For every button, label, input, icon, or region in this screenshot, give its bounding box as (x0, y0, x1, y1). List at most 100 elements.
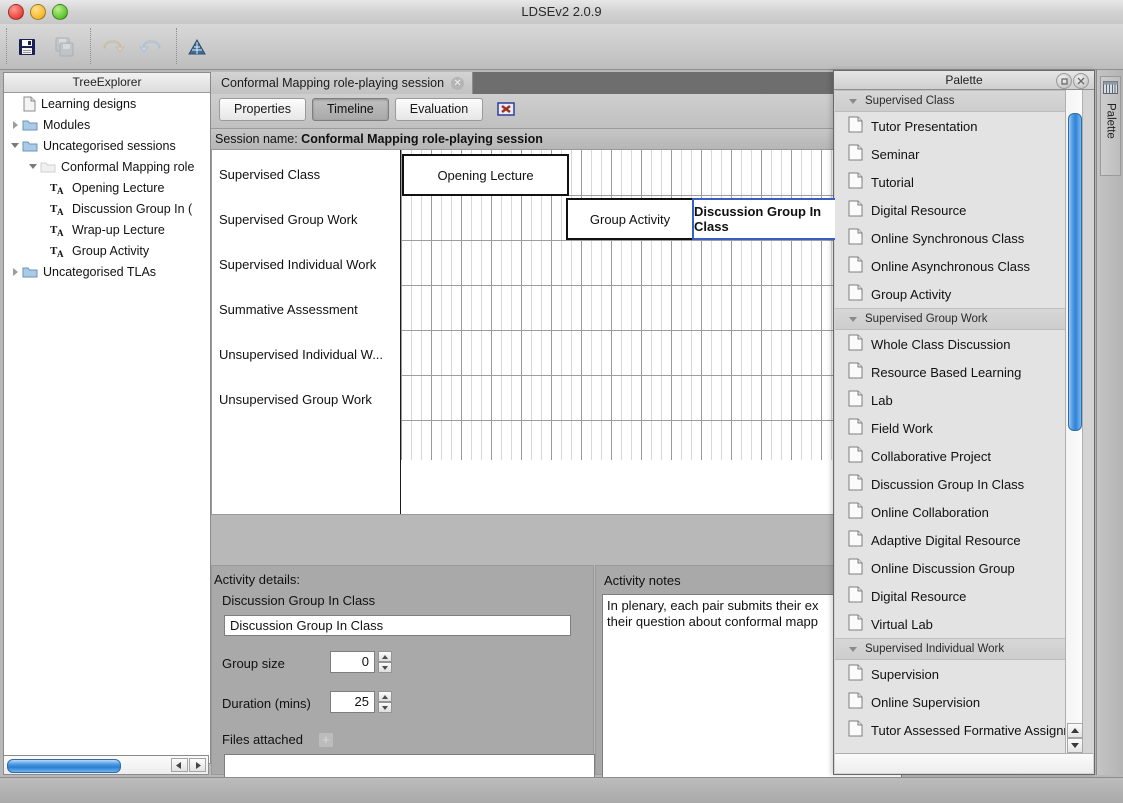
palette-vertical-scrollbar[interactable] (1065, 90, 1083, 753)
chevron-down-icon[interactable] (849, 98, 857, 104)
palette-item-online-synchronous-class[interactable]: Online Synchronous Class (835, 224, 1065, 252)
scrollbar-arrows[interactable] (171, 758, 206, 772)
page-icon (848, 116, 863, 136)
palette-item-group-activity[interactable]: Group Activity (835, 280, 1065, 308)
tree-explorer-body[interactable]: Learning designs Modules Uncategorised s… (4, 93, 210, 762)
minimize-button[interactable] (30, 4, 46, 20)
palette-item-online-collaboration[interactable]: Online Collaboration (835, 498, 1065, 526)
palette-item-lab[interactable]: Lab (835, 386, 1065, 414)
palette-horizontal-scrollbar[interactable] (835, 753, 1093, 773)
tree-item-modules[interactable]: Modules (4, 114, 210, 135)
palette-scroll-arrows[interactable] (1067, 723, 1083, 753)
undo-button[interactable] (96, 32, 130, 62)
palette-item-seminar[interactable]: Seminar (835, 140, 1065, 168)
stepper-down-icon[interactable] (378, 662, 392, 673)
palette-item-tutor-assessed-formative-assignment[interactable]: Tutor Assessed Formative Assignm (835, 716, 1065, 744)
palette-item-resource-based-learning[interactable]: Resource Based Learning (835, 358, 1065, 386)
tree-item-wrap-up-lecture[interactable]: TA Wrap-up Lecture (4, 219, 210, 240)
save-button[interactable] (10, 32, 44, 62)
close-button[interactable] (8, 4, 24, 20)
redo-button[interactable] (134, 32, 168, 62)
tab-timeline[interactable]: Timeline (311, 98, 389, 121)
tree-explorer-panel: TreeExplorer Learning designs Modules Un… (3, 72, 211, 764)
tree-item-learning-designs[interactable]: Learning designs (4, 93, 210, 114)
tree-explorer-header: TreeExplorer (4, 73, 210, 93)
activity-name-input[interactable]: Discussion Group In Class (224, 615, 571, 636)
scroll-left-arrow-icon[interactable] (171, 758, 188, 772)
scroll-down-arrow-icon[interactable] (1067, 738, 1083, 753)
palette-item-discussion-group-in-class[interactable]: Discussion Group In Class (835, 470, 1065, 498)
right-tool-strip: Palette (1096, 70, 1123, 775)
palette-item-online-asynchronous-class[interactable]: Online Asynchronous Class (835, 252, 1065, 280)
add-file-button[interactable]: + (319, 733, 333, 747)
tree-twisty[interactable] (8, 93, 22, 114)
maximize-icon[interactable] (1056, 73, 1072, 89)
close-icon[interactable] (1073, 73, 1089, 89)
tree-item-uncategorised-tlas[interactable]: Uncategorised TLAs (4, 261, 210, 282)
save-all-button[interactable] (48, 32, 82, 62)
page-icon (848, 502, 863, 522)
timeline-activity-group-activity[interactable]: Group Activity (566, 198, 694, 240)
timeline-canvas[interactable]: Supervised Class Supervised Group Work S… (211, 150, 836, 515)
document-tab-conformal-mapping[interactable]: Conformal Mapping role-playing session ✕ (211, 72, 474, 94)
page-icon (848, 144, 863, 164)
scrollbar-thumb[interactable] (7, 759, 121, 773)
tab-evaluation[interactable]: Evaluation (394, 98, 484, 121)
chevron-down-icon[interactable] (849, 646, 857, 652)
group-size-input[interactable]: 0 (330, 651, 375, 673)
tab-properties[interactable]: Properties (219, 98, 306, 121)
timeline-activity-opening-lecture[interactable]: Opening Lecture (402, 154, 569, 196)
palette-item-tutor-presentation[interactable]: Tutor Presentation (835, 112, 1065, 140)
scroll-right-arrow-icon[interactable] (189, 758, 206, 772)
tree-item-label: Uncategorised TLAs (43, 264, 157, 279)
palette-item-collaborative-project[interactable]: Collaborative Project (835, 442, 1065, 470)
tree-twisty[interactable] (26, 156, 40, 177)
palette-group-supervised-class[interactable]: Supervised Class (835, 90, 1065, 112)
export-icon[interactable] (495, 98, 517, 119)
page-icon (848, 586, 863, 606)
tree-twisty[interactable] (8, 135, 22, 156)
duration-input[interactable]: 25 (330, 691, 375, 713)
tree-item-discussion-group[interactable]: TA Discussion Group In ( (4, 198, 210, 219)
palette-group-supervised-group-work[interactable]: Supervised Group Work (835, 308, 1065, 330)
window-controls (8, 4, 68, 20)
palette-item-whole-class-discussion[interactable]: Whole Class Discussion (835, 330, 1065, 358)
tree-twisty[interactable] (8, 114, 22, 135)
close-icon[interactable]: ✕ (451, 76, 465, 90)
palette-item-list[interactable]: Supervised Class Tutor Presentation Semi… (835, 90, 1065, 753)
scrollbar-thumb[interactable] (1068, 113, 1082, 431)
palette-item-field-work[interactable]: Field Work (835, 414, 1065, 442)
palette-group-supervised-individual-work[interactable]: Supervised Individual Work (835, 638, 1065, 660)
palette-item-adaptive-digital-resource[interactable]: Adaptive Digital Resource (835, 526, 1065, 554)
scroll-up-arrow-icon[interactable] (1067, 723, 1083, 738)
palette-item-online-discussion-group[interactable]: Online Discussion Group (835, 554, 1065, 582)
tree-item-opening-lecture[interactable]: TA Opening Lecture (4, 177, 210, 198)
palette-item-virtual-lab[interactable]: Virtual Lab (835, 610, 1065, 638)
palette-item-digital-resource[interactable]: Digital Resource (835, 196, 1065, 224)
palette-item-online-supervision[interactable]: Online Supervision (835, 688, 1065, 716)
files-attached-label: Files attached (222, 732, 303, 747)
palette-item-tutorial[interactable]: Tutorial (835, 168, 1065, 196)
timeline-activity-discussion-group-in-class[interactable]: Discussion Group In Class (692, 198, 835, 240)
palette-group-label: Supervised Group Work (865, 313, 988, 325)
page-icon (848, 390, 863, 410)
page-icon (848, 256, 863, 276)
tree-item-conformal-mapping[interactable]: Conformal Mapping role (4, 156, 210, 177)
palette-item-supervision[interactable]: Supervision (835, 660, 1065, 688)
stepper-up-icon[interactable] (378, 691, 392, 702)
stepper-down-icon[interactable] (378, 702, 392, 713)
stepper-up-icon[interactable] (378, 651, 392, 662)
maximize-button[interactable] (52, 4, 68, 20)
page-icon (848, 284, 863, 304)
toolbar-separator (176, 28, 177, 64)
pyramid-button[interactable] (180, 32, 214, 62)
tree-twisty[interactable] (8, 261, 22, 282)
palette-item-digital-resource-2[interactable]: Digital Resource (835, 582, 1065, 610)
duration-stepper[interactable] (378, 691, 392, 713)
tree-item-uncategorised-sessions[interactable]: Uncategorised sessions (4, 135, 210, 156)
group-size-stepper[interactable] (378, 651, 392, 673)
tree-horizontal-scrollbar[interactable] (3, 755, 209, 775)
vertical-tab-palette[interactable]: Palette (1100, 76, 1121, 176)
tree-item-group-activity[interactable]: TA Group Activity (4, 240, 210, 261)
chevron-down-icon[interactable] (849, 316, 857, 322)
